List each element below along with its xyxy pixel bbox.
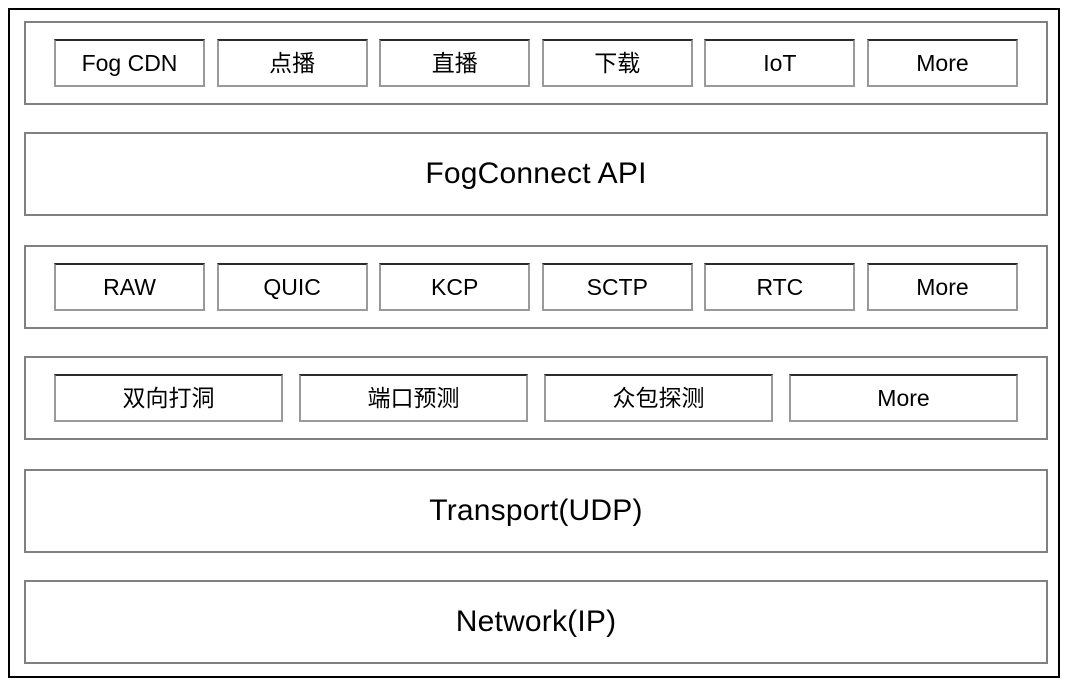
cell-protocols-more[interactable]: More [866, 263, 1018, 311]
cell-label: 下载 [594, 49, 641, 76]
cell-vod[interactable]: 点播 [216, 39, 368, 87]
cell-label: Fog CDN [81, 49, 178, 76]
cell-port-prediction[interactable]: 端口预测 [299, 374, 528, 422]
layer-applications: Fog CDN 点播 直播 下载 IoT More [24, 21, 1048, 105]
cell-quic[interactable]: QUIC [216, 263, 368, 311]
cell-bidirectional-hole-punching[interactable]: 双向打洞 [54, 374, 283, 422]
layer-spacer [24, 329, 1048, 356]
cell-label: RAW [103, 273, 156, 300]
cell-fog-cdn[interactable]: Fog CDN [54, 39, 205, 87]
layer-protocols: RAW QUIC KCP SCTP RTC More [24, 245, 1048, 329]
cell-label: More [916, 49, 969, 76]
cell-label: SCTP [586, 273, 648, 300]
protocol-stack-diagram: Fog CDN 点播 直播 下载 IoT More FogConnect API [8, 8, 1060, 678]
cell-label: 点播 [269, 49, 316, 76]
layer-fogconnect-api: FogConnect API [24, 132, 1048, 216]
cell-label: More [916, 273, 969, 300]
layer-spacer [24, 216, 1048, 245]
cell-rtc[interactable]: RTC [704, 263, 856, 311]
layer-transport: Transport(UDP) [24, 469, 1048, 553]
cell-label: QUIC [263, 273, 321, 300]
cell-download[interactable]: 下载 [541, 39, 693, 87]
cell-sctp[interactable]: SCTP [541, 263, 693, 311]
cell-raw[interactable]: RAW [54, 263, 205, 311]
cell-label: More [877, 384, 930, 411]
layer-title: Network(IP) [455, 605, 617, 638]
layer-title: Transport(UDP) [429, 494, 643, 527]
cell-label: IoT [763, 49, 797, 76]
layer-spacer [24, 105, 1048, 132]
cell-label: 双向打洞 [122, 384, 215, 411]
cell-live[interactable]: 直播 [379, 39, 531, 87]
layer-title: FogConnect API [425, 157, 647, 190]
cell-label: 端口预测 [367, 384, 460, 411]
cell-kcp[interactable]: KCP [379, 263, 531, 311]
cell-applications-more[interactable]: More [866, 39, 1018, 87]
layer-spacer [24, 440, 1048, 469]
cell-label: RTC [756, 273, 804, 300]
cell-crowdsourced-probing[interactable]: 众包探测 [544, 374, 773, 422]
layer-nat-traversal: 双向打洞 端口预测 众包探测 More [24, 356, 1048, 440]
cell-iot[interactable]: IoT [704, 39, 856, 87]
cell-label: 众包探测 [612, 384, 705, 411]
cell-nat-more[interactable]: More [789, 374, 1018, 422]
layer-network: Network(IP) [24, 580, 1048, 664]
layer-spacer [24, 553, 1048, 580]
cell-label: 直播 [431, 49, 478, 76]
cell-label: KCP [431, 273, 479, 300]
layer-stack: Fog CDN 点播 直播 下载 IoT More FogConnect API [24, 21, 1048, 664]
